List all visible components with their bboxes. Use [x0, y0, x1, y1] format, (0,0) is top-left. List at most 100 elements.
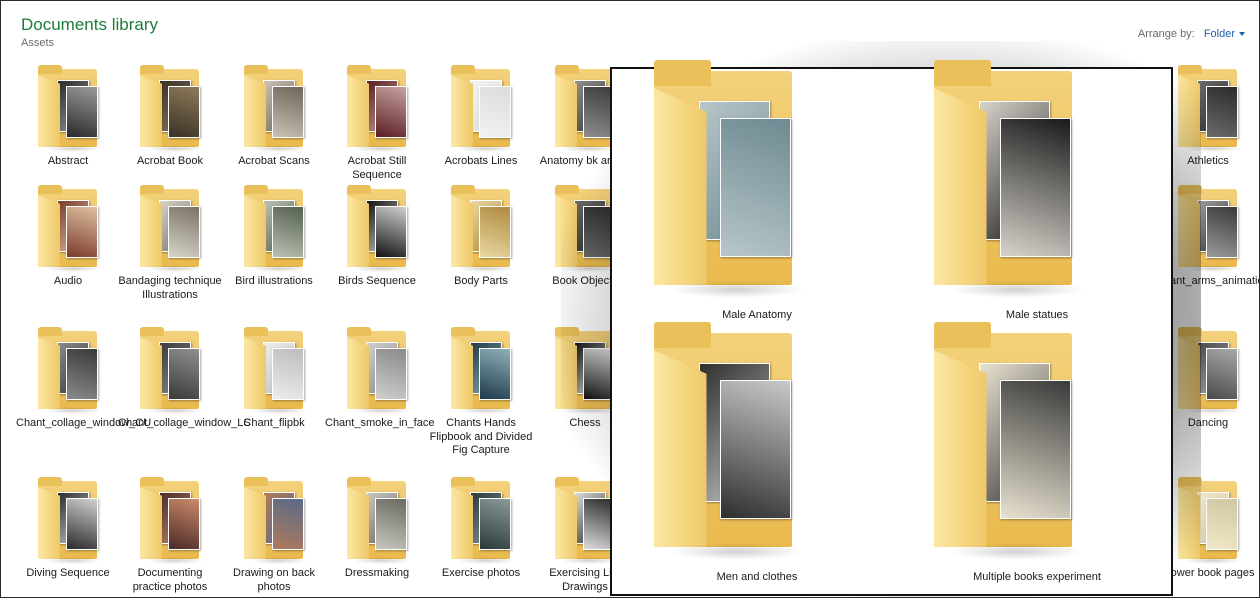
folder-label: Drawing on back photos	[233, 567, 315, 593]
thumbnail-preview	[272, 348, 304, 401]
folder-item[interactable]: Acrobat Still Sequence	[325, 65, 429, 189]
folder-front	[451, 337, 474, 409]
folder-icon	[38, 65, 102, 152]
folder-icon	[244, 327, 308, 414]
folder-front	[347, 487, 370, 559]
folder-icon	[934, 322, 1084, 560]
folder-label: Acrobat Book	[136, 155, 204, 167]
folder-label: Documenting practice photos	[132, 567, 208, 593]
folder-item-large[interactable]: Male Anatomy	[632, 60, 882, 321]
folder-item-large[interactable]: Men and clothes	[632, 322, 882, 583]
folder-shadow	[44, 557, 102, 564]
folder-shadow	[353, 557, 411, 564]
folder-icon	[244, 65, 308, 152]
folder-item[interactable]: Acrobat Scans	[222, 65, 326, 189]
thumbnail-preview	[375, 206, 407, 259]
folder-front	[38, 195, 61, 267]
folder-item[interactable]: Chants Hands Flipbook and Divided Fig Ca…	[429, 327, 533, 456]
folder-icon	[451, 477, 515, 564]
folder-item-large[interactable]: Male statues	[912, 60, 1162, 321]
folder-label: Male statues	[1005, 309, 1069, 321]
folder-icon	[140, 185, 204, 272]
folder-front	[347, 195, 370, 267]
folder-shadow	[669, 542, 804, 560]
folder-front	[347, 337, 370, 409]
folder-icon	[654, 322, 804, 560]
folder-item[interactable]: Birds Sequence	[325, 185, 429, 309]
folder-icon	[451, 327, 515, 414]
folder-item[interactable]: Drawing on back photos	[222, 477, 326, 597]
folder-front	[140, 75, 163, 147]
folder-icon	[347, 65, 411, 152]
folder-label: Acrobats Lines	[444, 155, 518, 167]
folder-front	[451, 195, 474, 267]
folder-tab	[451, 185, 476, 195]
folder-label: Men and clothes	[716, 571, 798, 583]
folder-label: Dressmaking	[344, 567, 410, 579]
folder-tab	[244, 185, 269, 195]
folder-tab	[38, 65, 63, 75]
folder-shadow	[457, 145, 515, 152]
folder-shadow	[457, 407, 515, 414]
thumbnail-preview	[168, 86, 200, 139]
folder-item[interactable]: Dressmaking	[325, 477, 429, 597]
folder-label: Chant_smoke_in_face	[325, 417, 435, 429]
folder-item[interactable]: Chant_smoke_in_face	[325, 327, 435, 451]
folder-tab	[934, 322, 991, 348]
folder-icon	[244, 185, 308, 272]
folder-tab	[140, 65, 165, 75]
thumbnail-preview	[1206, 206, 1238, 259]
folder-item[interactable]: Acrobat Book	[118, 65, 222, 189]
folder-label: Acrobat Still Sequence	[347, 155, 407, 181]
folder-tab	[140, 477, 165, 487]
folder-shadow	[146, 407, 204, 414]
folder-shadow	[44, 265, 102, 272]
folder-item[interactable]: Acrobats Lines	[429, 65, 533, 189]
folder-item-large[interactable]: Multiple books experiment	[912, 322, 1162, 583]
folder-item[interactable]: Bird illustrations	[222, 185, 326, 309]
folder-item[interactable]: Exercise photos	[429, 477, 533, 597]
folder-item[interactable]: Abstract	[16, 65, 120, 189]
folder-label: Bandaging technique Illustrations	[118, 275, 222, 301]
folder-shadow	[669, 280, 804, 298]
thumbnail-preview	[479, 498, 511, 551]
folder-tab	[244, 477, 269, 487]
folder-label: Chant_flipbk	[243, 417, 305, 429]
folder-shadow	[250, 407, 308, 414]
folder-shadow	[457, 265, 515, 272]
folder-label: Bird illustrations	[235, 275, 313, 287]
thumbnail-preview	[720, 380, 791, 520]
zoom-magnifier-panel: Male Anatomy Male statues Men and clothes M…	[610, 60, 1173, 596]
folder-item[interactable]: Chant_flipbk	[222, 327, 326, 451]
folder-icon	[140, 327, 204, 414]
folder-icon	[38, 185, 102, 272]
folder-front	[451, 75, 474, 147]
folder-label: Male Anatomy	[722, 309, 792, 321]
arrange-by-value: Folder	[1203, 28, 1235, 40]
folder-item[interactable]: Body Parts	[429, 185, 533, 309]
folder-front	[140, 195, 163, 267]
folder-tab	[451, 477, 476, 487]
folder-label: Chants Hands Flipbook and Divided Fig Ca…	[429, 417, 533, 456]
folder-icon	[347, 477, 411, 564]
thumbnail-preview	[66, 206, 98, 259]
folder-shadow	[146, 557, 204, 564]
folder-front	[244, 75, 267, 147]
folder-item[interactable]: Chant_collage_window_LS	[118, 327, 251, 451]
folder-item[interactable]: Bandaging technique Illustrations	[118, 185, 222, 309]
folder-shadow	[353, 407, 411, 414]
folder-front	[140, 337, 163, 409]
library-subtitle: Assets	[21, 37, 55, 49]
folder-front	[140, 487, 163, 559]
folder-label: Multiple books experiment	[973, 571, 1101, 583]
folder-item[interactable]: Chant_collage_window_CU	[16, 327, 151, 451]
folder-item[interactable]: Diving Sequence	[16, 477, 120, 597]
folder-front	[654, 350, 707, 547]
folder-shadow	[146, 145, 204, 152]
folder-label: Audio	[53, 275, 83, 287]
folder-icon	[347, 327, 411, 414]
arrange-by-dropdown[interactable]: Folder	[1204, 28, 1245, 40]
folder-item[interactable]: Documenting practice photos	[118, 477, 222, 597]
thumbnail-preview	[168, 498, 200, 551]
folder-item[interactable]: Audio	[16, 185, 120, 309]
